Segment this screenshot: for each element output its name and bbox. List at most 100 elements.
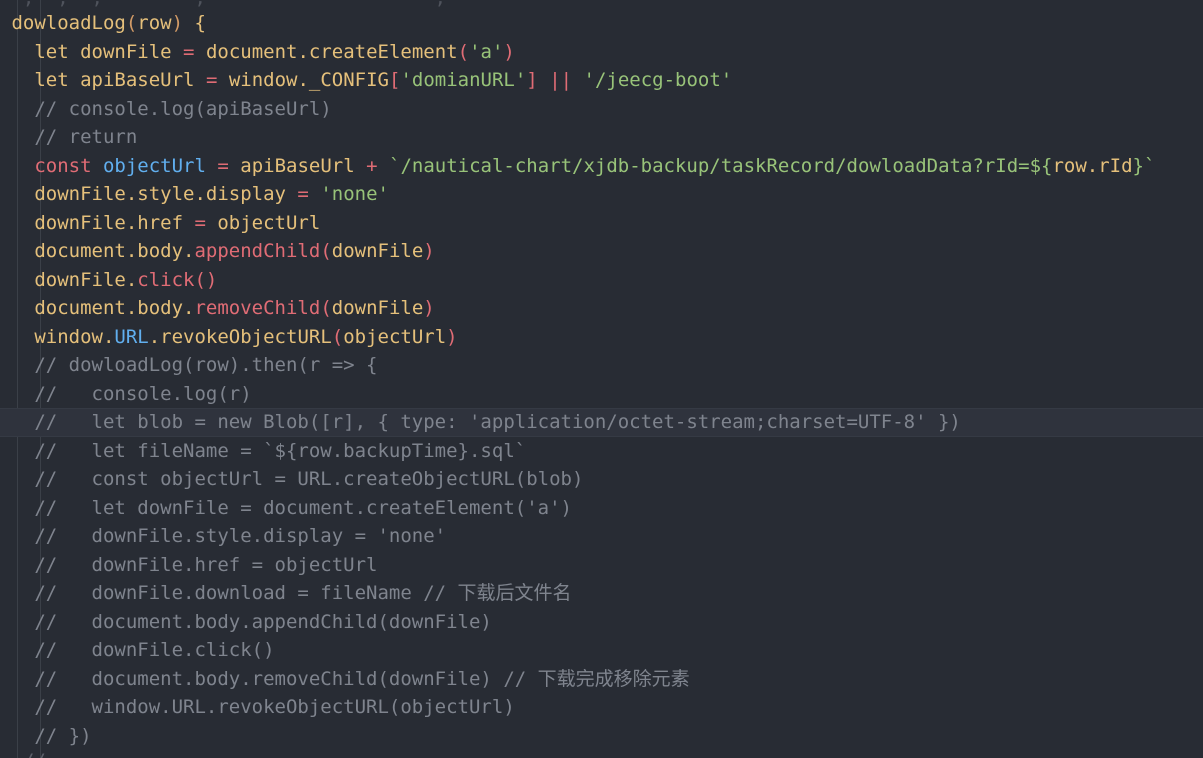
- code-token: ]: [526, 69, 538, 91]
- code-token: downFile.: [0, 268, 138, 291]
- code-token: // }): [0, 724, 92, 747]
- code-line[interactable]: // let downFile = document.createElement…: [0, 494, 1203, 523]
- code-line[interactable]: downFile.style.display = 'none': [0, 180, 1203, 209]
- code-token: let: [34, 40, 69, 63]
- code-line[interactable]: // downFile.href = objectUrl: [0, 551, 1203, 580]
- code-token: // const objectUrl = URL.createObjectURL…: [0, 468, 584, 490]
- code-token: }`: [1132, 154, 1156, 177]
- code-token: URL: [114, 325, 149, 348]
- code-lines[interactable]: dowloadLog(row) { let downFile = documen…: [0, 9, 1203, 750]
- code-token: ): [423, 240, 435, 262]
- code-line[interactable]: document.body.appendChild(downFile): [0, 237, 1203, 266]
- code-line[interactable]: const objectUrl = apiBaseUrl + `/nautica…: [0, 152, 1203, 181]
- code-line[interactable]: // document.body.appendChild(downFile): [0, 608, 1203, 637]
- code-token: .: [148, 325, 161, 348]
- code-token: // dowloadLog(row).then(r => {: [0, 354, 378, 376]
- code-line[interactable]: // window.URL.revokeObjectURL(objectUrl): [0, 693, 1203, 722]
- code-token: // console.log(r): [0, 382, 252, 405]
- code-token: +: [366, 154, 378, 177]
- code-token: =: [297, 183, 309, 205]
- code-line[interactable]: // downFile.download = fileName // 下载后文件…: [0, 579, 1203, 608]
- code-token: const: [34, 154, 92, 177]
- code-token: // let downFile = document.createElement…: [0, 496, 572, 519]
- code-token: let: [34, 69, 69, 91]
- code-token: ): [171, 12, 184, 34]
- code-token: // downFile.download = fileName // 下载后文件…: [0, 582, 572, 604]
- code-token: ||: [549, 69, 573, 91]
- code-token: (: [331, 325, 344, 348]
- code-token: {: [183, 12, 206, 34]
- code-token: =: [205, 69, 218, 91]
- code-line-current[interactable]: // let blob = new Blob([r], { type: 'app…: [0, 408, 1203, 437]
- code-line[interactable]: // }): [0, 722, 1203, 751]
- code-token: document.body.: [0, 297, 195, 319]
- code-token: 'none': [320, 183, 389, 205]
- code-token: appendChild: [194, 240, 321, 262]
- code-token: // downFile.href = objectUrl: [0, 553, 378, 576]
- code-token: revokeObjectURL: [160, 325, 332, 348]
- code-token: // document.body.removeChild(downFile) /…: [0, 667, 690, 690]
- code-token: apiBaseUrl: [68, 69, 206, 91]
- code-token: downFile.href: [0, 211, 195, 234]
- code-token: downFile.style.display: [0, 183, 298, 205]
- code-token: downFile: [331, 297, 424, 319]
- code-token: // let fileName = `${row.backupTime}.sql…: [0, 439, 527, 462]
- code-line[interactable]: // console.log(r): [0, 380, 1203, 409]
- code-line-partial-bottom[interactable]: //: [0, 747, 69, 758]
- code-token: row.rId: [1052, 154, 1133, 177]
- code-line[interactable]: downFile.click(): [0, 266, 1203, 295]
- code-token: =: [194, 211, 206, 234]
- code-editor[interactable]: , , , , , dowloadLog(row) { let downFile…: [0, 0, 1203, 758]
- code-token: 'a': [469, 40, 504, 63]
- code-line[interactable]: // document.body.removeChild(downFile) /…: [0, 665, 1203, 694]
- code-token: // return: [0, 126, 138, 148]
- code-token: , , , , ,: [0, 0, 446, 9]
- code-token: ): [446, 325, 458, 348]
- code-line[interactable]: // console.log(apiBaseUrl): [0, 95, 1203, 124]
- code-token: ): [503, 40, 515, 63]
- code-line[interactable]: // let fileName = `${row.backupTime}.sql…: [0, 437, 1203, 466]
- code-token: window.: [0, 325, 115, 348]
- code-line[interactable]: let downFile = document.createElement('a…: [0, 38, 1203, 67]
- code-token: // document.body.appendChild(downFile): [0, 610, 492, 633]
- code-line[interactable]: // downFile.click(): [0, 636, 1203, 665]
- code-line[interactable]: // return: [0, 123, 1203, 152]
- code-token: objectUrl: [343, 325, 447, 348]
- code-token: objectUrl: [91, 154, 218, 177]
- code-line[interactable]: let apiBaseUrl = window._CONFIG['domianU…: [0, 66, 1203, 95]
- code-token: =: [183, 40, 195, 63]
- code-token: (: [457, 40, 470, 63]
- code-line[interactable]: window.URL.revokeObjectURL(objectUrl): [0, 323, 1203, 352]
- code-line[interactable]: // dowloadLog(row).then(r => {: [0, 351, 1203, 380]
- code-token: dowloadLog: [0, 12, 126, 34]
- code-token: // downFile.style.display = 'none': [0, 525, 447, 547]
- code-token: createElement: [308, 40, 458, 63]
- code-token: downFile: [68, 40, 184, 63]
- code-token: // window.URL.revokeObjectURL(objectUrl): [0, 696, 515, 718]
- code-line[interactable]: document.body.removeChild(downFile): [0, 294, 1203, 323]
- code-token: =: [217, 154, 229, 177]
- code-token: ): [423, 297, 435, 319]
- code-token: // downFile.click(): [0, 639, 275, 661]
- code-token: document.body.: [0, 240, 195, 262]
- code-token: click: [137, 268, 195, 291]
- code-token: (: [125, 12, 138, 34]
- code-token: apiBaseUrl: [228, 154, 367, 177]
- code-token: // console.log(apiBaseUrl): [0, 97, 332, 120]
- code-token: (: [320, 240, 332, 262]
- code-token: //: [0, 750, 69, 758]
- code-token: (: [320, 297, 332, 319]
- code-line[interactable]: downFile.href = objectUrl: [0, 209, 1203, 238]
- code-token: // let blob = new Blob([r], { type: 'app…: [0, 411, 961, 433]
- code-line[interactable]: dowloadLog(row) {: [0, 9, 1203, 38]
- code-line[interactable]: // downFile.style.display = 'none': [0, 522, 1203, 551]
- code-token: objectUrl: [205, 211, 321, 234]
- code-line[interactable]: // const objectUrl = URL.createObjectURL…: [0, 465, 1203, 494]
- code-token: row: [137, 12, 172, 34]
- code-token: (): [194, 268, 218, 291]
